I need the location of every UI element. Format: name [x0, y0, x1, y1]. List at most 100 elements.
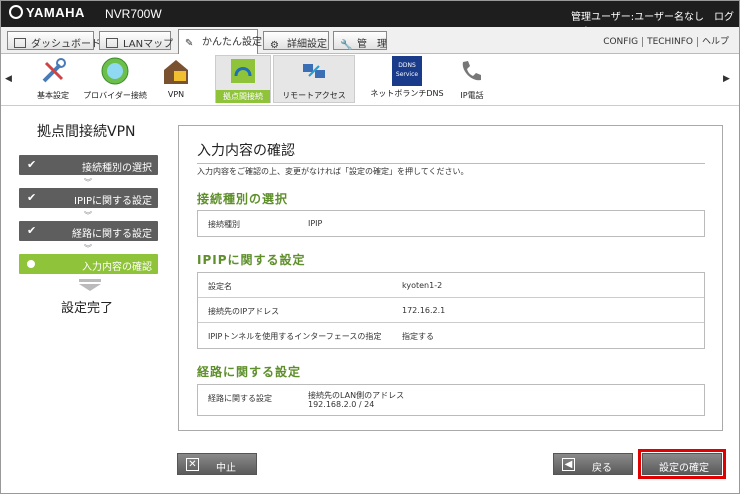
- dashboard-icon: [14, 38, 26, 48]
- header-links: CONFIG TECHINFO ヘルプ: [599, 34, 733, 47]
- current-dot-icon: [27, 260, 35, 268]
- icon-basic-settings[interactable]: 基本設定: [33, 56, 73, 101]
- table-row: 接続種別 IPIP: [198, 211, 704, 236]
- model-name: NVR700W: [105, 7, 162, 21]
- icon-label: リモートアクセス: [282, 91, 346, 100]
- lan-map-icon: [106, 38, 118, 48]
- chevron-down-icon: ︾: [84, 178, 92, 187]
- step-label: 入力内容の確認: [82, 262, 152, 273]
- step-complete: 設定完了: [61, 301, 114, 316]
- scroll-left-arrow[interactable]: ◀: [5, 74, 12, 84]
- step-label: IPIPに関する設定: [74, 196, 152, 207]
- table-row: 設定名 kyoten1-2: [198, 273, 704, 298]
- row-value: 指定する: [402, 332, 434, 341]
- step-label: 経路に関する設定: [72, 229, 152, 240]
- section-heading: 経路に関する設定: [197, 365, 302, 379]
- step-confirm-input: 入力内容の確認: [19, 254, 158, 274]
- tab-label: LANマップ: [123, 39, 174, 50]
- tab-advanced[interactable]: ⚙ 詳細設定: [263, 31, 329, 51]
- row-value: 172.16.2.1: [402, 306, 446, 315]
- tab-dashboard[interactable]: ダッシュボード: [7, 31, 101, 50]
- icon-label: ネットボランチDNS: [370, 89, 444, 98]
- ddns-icon: DDNS Service: [392, 56, 422, 86]
- tab-label: ダッシュボード: [31, 39, 101, 50]
- icon-label: 基本設定: [37, 91, 69, 100]
- user-label: 管理ユーザー:ユーザー名なし: [571, 12, 704, 23]
- globe-icon: [101, 57, 129, 85]
- sidebar-title: 拠点間接続VPN: [37, 124, 136, 140]
- route-table: 経路に関する設定 接続先のLAN側のアドレス 192.168.2.0 / 24: [197, 384, 705, 416]
- button-label: 中止: [216, 463, 236, 474]
- icon-label: IP電話: [460, 91, 484, 100]
- icon-label: VPN: [167, 90, 185, 99]
- help-link[interactable]: ヘルプ: [696, 37, 733, 47]
- row-key: IPIPトンネルを使用するインターフェースの指定: [208, 332, 382, 341]
- site-connect-icon: [231, 59, 255, 83]
- gear-icon: ⚙: [270, 40, 279, 51]
- feature-icon-bar: ◀ 基本設定 プロバイダー接続 VPN 拠点間接続 リモートアクセス DDNS …: [1, 54, 739, 106]
- remote-access-icon: [303, 64, 325, 78]
- top-bar: YAMAHA NVR700W 管理ユーザー:ユーザー名なしログアウト: [1, 1, 739, 38]
- icon-vpn[interactable]: VPN: [159, 56, 193, 99]
- step-label: 接続種別の選択: [82, 163, 152, 174]
- menu-bar: ダッシュボード LANマップ ✎ かんたん設定 ⚙ 詳細設定 🔧 管 理 CONFIG…: [1, 27, 739, 54]
- icon-remote-access[interactable]: リモートアクセス: [273, 55, 355, 103]
- row-value: IPIP: [308, 219, 323, 228]
- table-row: 接続先のIPアドレス 172.16.2.1: [198, 298, 704, 323]
- tab-label: 詳細設定: [287, 39, 327, 50]
- row-key: 接続先のIPアドレス: [208, 307, 280, 316]
- check-icon: ✔: [27, 158, 37, 171]
- tab-label: 管 理: [357, 39, 387, 50]
- icon-provider[interactable]: プロバイダー接続: [79, 56, 151, 101]
- chevron-down-icon: ︾: [84, 211, 92, 220]
- row-key: 経路に関する設定: [208, 394, 272, 403]
- step-ipip-settings: ✔ IPIPに関する設定: [19, 188, 158, 208]
- wrench-icon: 🔧: [340, 40, 353, 51]
- icon-label: 拠点間接続: [216, 90, 270, 103]
- yamaha-logo: YAMAHA: [9, 5, 85, 20]
- tools-icon: [42, 58, 66, 83]
- check-icon: ✔: [27, 224, 37, 237]
- panel-title: 入力内容の確認: [197, 140, 705, 164]
- chevron-down-icon: ︾: [84, 244, 92, 253]
- section-heading: IPIPに関する設定: [197, 253, 306, 267]
- row-value-2: 192.168.2.0 / 24: [308, 400, 375, 409]
- step-route-settings: ✔ 経路に関する設定: [19, 221, 158, 241]
- tab-manage[interactable]: 🔧 管 理: [333, 31, 387, 51]
- yamaha-emblem-icon: [9, 5, 23, 19]
- icon-label: プロバイダー接続: [83, 91, 147, 100]
- row-key: 接続種別: [208, 220, 240, 229]
- cancel-button[interactable]: ✕ 中止: [177, 453, 257, 475]
- connection-type-table: 接続種別 IPIP: [197, 210, 705, 237]
- tab-lan-map[interactable]: LANマップ: [99, 31, 174, 50]
- back-arrow-icon: ◀: [562, 458, 575, 471]
- scroll-right-arrow[interactable]: ▶: [723, 74, 730, 84]
- table-row: IPIPトンネルを使用するインターフェースの指定 指定する: [198, 323, 704, 348]
- techinfo-link[interactable]: TECHINFO: [642, 37, 697, 47]
- confirm-panel: 入力内容の確認 入力内容をご確認の上、変更がなければ「設定の確定」を押してくださ…: [178, 125, 723, 431]
- row-value: kyoten1-2: [402, 281, 443, 290]
- row-key: 設定名: [208, 282, 232, 291]
- section-heading: 接続種別の選択: [197, 192, 289, 206]
- icon-ip-phone[interactable]: IP電話: [455, 56, 489, 101]
- check-icon: ✔: [27, 191, 37, 204]
- tab-label: かんたん設定: [202, 37, 262, 48]
- button-label: 戻る: [592, 463, 612, 474]
- panel-description: 入力内容をご確認の上、変更がなければ「設定の確定」を押してください。: [197, 167, 469, 176]
- app-window: YAMAHA NVR700W 管理ユーザー:ユーザー名なしログアウト ダッシュボ…: [0, 0, 740, 494]
- phone-icon: [462, 61, 481, 81]
- table-row: 経路に関する設定 接続先のLAN側のアドレス 192.168.2.0 / 24: [198, 385, 704, 415]
- icon-netvolante-dns[interactable]: DDNS Service ネットボランチDNS: [369, 56, 445, 99]
- back-button[interactable]: ◀ 戻る: [553, 453, 633, 475]
- wizard-icon: ✎: [185, 38, 194, 49]
- ipip-table: 設定名 kyoten1-2 接続先のIPアドレス 172.16.2.1 IPIPトン…: [197, 272, 705, 349]
- icon-site-to-site[interactable]: 拠点間接続: [215, 55, 271, 103]
- down-arrow-icon: [79, 279, 101, 291]
- config-link[interactable]: CONFIG: [599, 37, 642, 47]
- highlight-frame: [638, 449, 726, 479]
- close-icon: ✕: [186, 458, 199, 471]
- brand-name: YAMAHA: [26, 5, 85, 20]
- tab-easy-setup[interactable]: ✎ かんたん設定: [178, 29, 262, 54]
- step-connection-type: ✔ 接続種別の選択: [19, 155, 158, 175]
- house-lock-icon: [164, 60, 188, 84]
